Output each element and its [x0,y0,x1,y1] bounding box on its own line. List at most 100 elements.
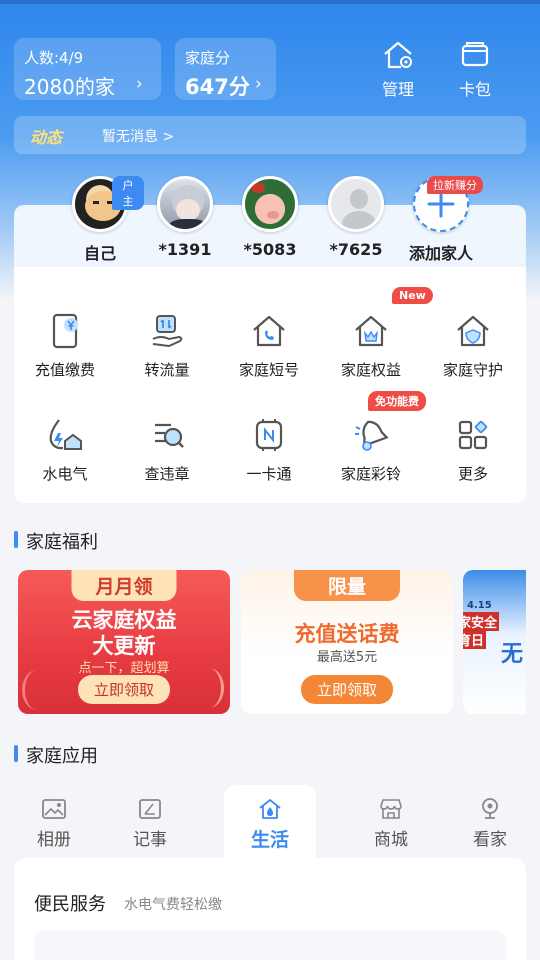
tab-label: 商城 [374,830,408,850]
phone-yen-icon [52,313,78,349]
invite-badge: 拉新赚分 [427,176,483,194]
claim-button[interactable]: 立即领取 [300,675,394,704]
service-label: 家庭彩铃 [340,465,401,483]
panel-subtitle: 水电气费轻松缴 [124,897,222,913]
member-7625[interactable]: *7625 [312,176,400,259]
service-label: 一卡通 [246,465,292,483]
camera-icon [482,798,498,819]
avatar [157,176,213,232]
chevron-right-icon: › [136,74,143,94]
service-more[interactable]: 更多 [422,415,524,484]
apps-tabs: 相册 记事 生活 商城 看家 [14,785,526,860]
note-icon [139,799,161,819]
tab-album[interactable]: 相册 [14,797,94,850]
section-title-welfare: 家庭福利 [14,528,98,554]
member-self[interactable]: 户主 自己 [56,176,144,264]
avatar [242,176,298,232]
member-name: *7625 [329,240,383,259]
add-member-button[interactable]: 拉新赚分 添加家人 [397,176,485,264]
data-transfer-icon [152,315,183,348]
claim-button[interactable]: 立即领取 [77,675,171,704]
family-score-value: 647分 [185,75,250,99]
service-list [34,930,506,960]
promo-card-limited[interactable]: 限量 充值送话费 最高送5元 立即领取 [241,570,453,714]
member-5083[interactable]: *5083 [226,176,314,259]
decor-leaves [194,668,224,708]
services-grid: 充值缴费 转流量 家庭短号 家庭权益 New 家庭守护 水电气 查违章 一卡通 … [14,267,526,503]
card-wallet-icon [461,42,489,67]
service-recharge[interactable]: 充值缴费 [14,311,116,380]
service-label: 家庭权益 [340,361,401,379]
home-drop-icon [259,799,281,819]
store-icon [380,799,402,819]
home-crown-icon [355,315,387,347]
service-ringtone[interactable]: 家庭彩铃 [320,415,422,484]
news-bar[interactable]: 动态 暂无消息 > [14,116,526,154]
home-shield-icon [457,315,489,347]
chevron-right-icon: › [255,74,262,94]
tab-home-watch[interactable]: 看家 [450,797,530,850]
tab-notes[interactable]: 记事 [110,797,190,850]
family-score-label: 家庭分 [185,49,231,67]
family-score-card[interactable]: 家庭分 647分 › [175,38,276,100]
manage-label: 管理 [381,80,414,99]
service-label: 更多 [457,465,488,483]
member-name: 添加家人 [408,244,473,263]
manage-button[interactable]: 管理 [363,40,433,100]
tab-label: 生活 [250,829,289,851]
free-fee-badge: 免功能费 [368,391,426,411]
service-label: 水电气 [42,465,88,483]
tab-label: 相册 [37,830,71,850]
promo-date: 4.15 [467,600,492,611]
news-tag: 动态 [30,128,63,147]
member-1391[interactable]: *1391 [141,176,229,259]
wallet-label: 卡包 [458,80,491,99]
new-badge: New [392,287,433,304]
service-utilities[interactable]: 水电气 [14,415,116,484]
photo-icon [42,799,66,819]
promo-sub: 最高送5元 [316,650,378,665]
nfc-card-icon [255,419,283,451]
promo-head: 月月领 [71,570,177,601]
promo-line2: 大更新 [92,634,156,658]
promo-card-security-day[interactable]: 4.15 国家安全 教育日 无 [463,570,526,714]
member-name: 自己 [83,244,116,263]
members-count-label: 人数:4/9 [24,49,84,67]
section-title-apps: 家庭应用 [14,742,98,768]
family-members-card[interactable]: 人数:4/9 2080的家 › [14,38,161,100]
tab-store[interactable]: 商城 [351,797,431,850]
service-traffic-violation[interactable]: 查违章 [116,415,218,484]
convenience-panel: 便民服务 水电气费轻松缴 [14,858,526,960]
service-label: 转流量 [144,361,190,379]
service-label: 查违章 [144,465,190,483]
service-nfc-card[interactable]: 一卡通 [218,415,320,484]
decor-leaves [22,670,52,710]
owner-badge: 户主 [112,176,144,210]
home-gear-icon [384,41,412,69]
ringtone-icon [355,420,389,451]
service-label: 充值缴费 [34,361,95,379]
tab-label: 看家 [473,830,507,850]
service-data-transfer[interactable]: 转流量 [116,311,218,380]
family-name: 2080的家 [24,75,115,99]
service-label: 家庭短号 [238,361,299,379]
news-message: 暂无消息 > [102,129,175,145]
promo-line1: 国家安全 [463,612,500,631]
panel-title: 便民服务 [34,894,106,915]
promo-head: 限量 [294,570,400,601]
member-name: *1391 [158,240,212,259]
traffic-violation-icon [155,423,184,448]
service-label: 家庭守护 [442,361,503,379]
promo-line2: 教育日 [463,630,487,649]
utilities-icon [49,419,82,450]
tab-label: 记事 [133,830,167,850]
avatar [328,176,384,232]
service-family-rights[interactable]: 家庭权益 [320,311,422,380]
more-grid-icon [458,420,488,450]
tab-life[interactable]: 生活 [224,785,316,860]
service-family-guard[interactable]: 家庭守护 [422,311,524,380]
promo-line1: 充值送话费 [294,622,400,646]
promo-card-monthly[interactable]: 月月领 云家庭权益 大更新 点一下，超划算 立即领取 [18,570,230,714]
wallet-button[interactable]: 卡包 [440,40,510,100]
service-short-number[interactable]: 家庭短号 [218,311,320,380]
